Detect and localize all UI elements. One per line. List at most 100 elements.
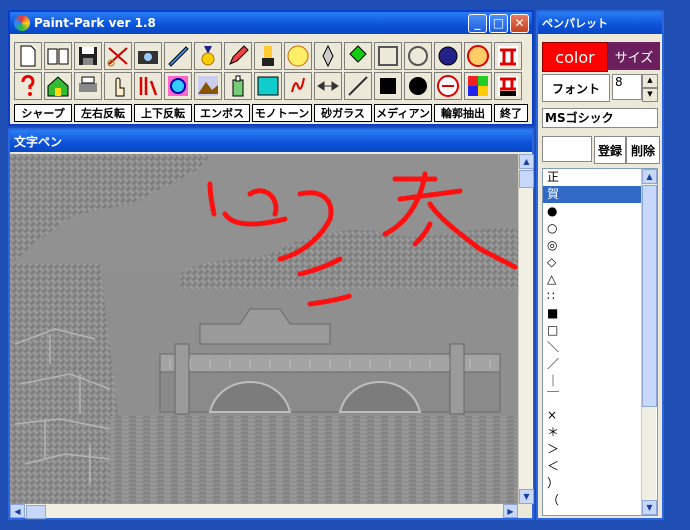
- text-pen-icon[interactable]: [134, 72, 162, 100]
- filter-sharp-button[interactable]: シャープ: [14, 104, 72, 122]
- list-scroll-up-icon[interactable]: ▲: [642, 169, 657, 184]
- pen-list-item[interactable]: ●: [543, 203, 641, 220]
- pen-list-item[interactable]: ■: [543, 305, 641, 322]
- open-book-icon[interactable]: [44, 42, 72, 70]
- filter-flip-horizontal-button[interactable]: 左右反転: [74, 104, 132, 122]
- pen-list-item[interactable]: ＞: [543, 441, 641, 458]
- pen-list-item[interactable]: ）: [543, 475, 641, 492]
- canvas-titlebar[interactable]: 文字ペン: [10, 130, 532, 152]
- pen-list-item[interactable]: ◇: [543, 254, 641, 271]
- help-icon[interactable]: [14, 72, 42, 100]
- scroll-down-arrow-icon[interactable]: ▼: [519, 489, 534, 504]
- pen-list-item[interactable]: ∷: [543, 288, 641, 305]
- filter-flip-vertical-button[interactable]: 上下反転: [134, 104, 192, 122]
- scroll-right-arrow-icon[interactable]: ▶: [503, 504, 518, 518]
- font-button[interactable]: フォント: [542, 74, 610, 102]
- maximize-button[interactable]: □: [489, 13, 508, 33]
- pen-list-item[interactable]: ／: [543, 356, 641, 373]
- spin-down-icon[interactable]: ▼: [642, 88, 658, 102]
- pen-list-item[interactable]: ◎: [543, 237, 641, 254]
- scroll-left-arrow-icon[interactable]: ◀: [10, 504, 25, 518]
- palette-titlebar[interactable]: ペンパレット: [538, 12, 662, 34]
- glue-bottle-icon[interactable]: [224, 72, 252, 100]
- pen-list-item[interactable]: ＜: [543, 458, 641, 475]
- color-mix-icon[interactable]: [464, 72, 492, 100]
- exit-button[interactable]: 終了: [494, 104, 528, 122]
- size-button[interactable]: サイズ: [608, 42, 660, 70]
- font-size-spinner[interactable]: ▲ ▼: [642, 74, 658, 102]
- filter-monotone-button[interactable]: モノトーン: [252, 104, 312, 122]
- embossed-photo: [10, 154, 518, 504]
- circle-outline-icon[interactable]: [404, 42, 432, 70]
- pen-list-item[interactable]: ○: [543, 220, 641, 237]
- new-file-icon[interactable]: [14, 42, 42, 70]
- circle-filled-blue-icon[interactable]: [434, 42, 462, 70]
- filled-square-icon[interactable]: [374, 72, 402, 100]
- spin-up-icon[interactable]: ▲: [642, 74, 658, 88]
- main-titlebar[interactable]: Paint-Park ver 1.8 _ □ ✕: [10, 12, 532, 34]
- pen-list-item[interactable]: ￣: [543, 390, 641, 407]
- pen-list-items: 正賀 ● ○ ◎ ◇ △ ∷ ■ □ ＼ ／｜ ￣ × ＊＞＜）（: [543, 169, 641, 509]
- save-disk-icon[interactable]: [74, 42, 102, 70]
- palette-title: ペンパレット: [542, 17, 608, 30]
- list-scroll-thumb[interactable]: [642, 185, 657, 407]
- filter-edge-extract-button[interactable]: 輪郭抽出: [434, 104, 492, 122]
- eye-swirl-icon[interactable]: [164, 72, 192, 100]
- scissors-icon[interactable]: [104, 42, 132, 70]
- pen-list-item[interactable]: ＼: [543, 339, 641, 356]
- font-size-input[interactable]: 8: [612, 74, 642, 100]
- line-tool-icon[interactable]: [344, 72, 372, 100]
- pen-list-item[interactable]: （: [543, 492, 641, 509]
- font-name-field[interactable]: MSゴシック: [542, 108, 658, 128]
- pen-list-item[interactable]: 正: [543, 169, 641, 186]
- pen-palette-window: ペンパレット color サイズ フォント 8 ▲ ▼ MSゴシック 登録 削除…: [536, 10, 664, 520]
- filter-median-button[interactable]: メディアン: [374, 104, 432, 122]
- pencil-icon[interactable]: [224, 42, 252, 70]
- h-scroll-thumb[interactable]: [26, 505, 46, 519]
- minimize-button[interactable]: _: [468, 13, 487, 33]
- seal-settings-icon[interactable]: [494, 72, 522, 100]
- drawing-canvas[interactable]: [10, 154, 518, 504]
- pen-list-scrollbar[interactable]: ▲ ▼: [641, 169, 657, 515]
- filled-circle-icon[interactable]: [404, 72, 432, 100]
- pen-list-item-selected[interactable]: 賀: [543, 186, 641, 203]
- delete-button[interactable]: 削除: [626, 136, 660, 164]
- stamp-char-icon[interactable]: [434, 72, 462, 100]
- brush-icon[interactable]: [254, 42, 282, 70]
- pen-list-item[interactable]: ＊: [543, 424, 641, 441]
- canvas-horizontal-scrollbar[interactable]: ◀ ▶: [10, 504, 518, 519]
- scroll-thumb[interactable]: [519, 170, 534, 188]
- close-button[interactable]: ✕: [510, 13, 529, 33]
- register-button[interactable]: 登録: [594, 136, 626, 164]
- stamp-face-icon[interactable]: [284, 42, 312, 70]
- filter-frosted-glass-button[interactable]: 砂ガラス: [314, 104, 372, 122]
- medal-icon[interactable]: [194, 42, 222, 70]
- pen-list[interactable]: 正賀 ● ○ ◎ ◇ △ ∷ ■ □ ＼ ／｜ ￣ × ＊＞＜）（ ▲ ▼: [542, 168, 658, 516]
- rectangle-outline-icon[interactable]: [374, 42, 402, 70]
- printer-icon[interactable]: [74, 72, 102, 100]
- list-scroll-down-icon[interactable]: ▼: [642, 500, 657, 515]
- scroll-up-arrow-icon[interactable]: ▲: [519, 154, 534, 169]
- seal-print-icon[interactable]: [494, 42, 522, 70]
- pen-list-item[interactable]: □: [543, 322, 641, 339]
- ruler-pen-icon[interactable]: [164, 42, 192, 70]
- canvas-vertical-scrollbar[interactable]: ▲ ▼: [518, 154, 534, 504]
- pen-list-item[interactable]: △: [543, 271, 641, 288]
- pen-list-item[interactable]: ｜: [543, 373, 641, 390]
- canvas-window: 文字ペン ▲ ▼ ◀ ▶: [8, 128, 534, 520]
- filter-emboss-button[interactable]: エンボス: [194, 104, 250, 122]
- fill-bucket-icon[interactable]: [344, 42, 372, 70]
- main-title: Paint-Park ver 1.8: [34, 16, 156, 30]
- house-icon[interactable]: [44, 72, 72, 100]
- color-button[interactable]: color: [542, 42, 608, 72]
- double-arrow-icon[interactable]: [314, 72, 342, 100]
- freehand-line-icon[interactable]: [284, 72, 312, 100]
- hand-pointer-icon[interactable]: [104, 72, 132, 100]
- stamp-seal-icon[interactable]: [464, 42, 492, 70]
- camera-icon[interactable]: [134, 42, 162, 70]
- diamond-handle-icon[interactable]: [314, 42, 342, 70]
- register-spinner[interactable]: [542, 136, 592, 162]
- pen-list-item[interactable]: ×: [543, 407, 641, 424]
- mountain-image-icon[interactable]: [194, 72, 222, 100]
- color-square-icon[interactable]: [254, 72, 282, 100]
